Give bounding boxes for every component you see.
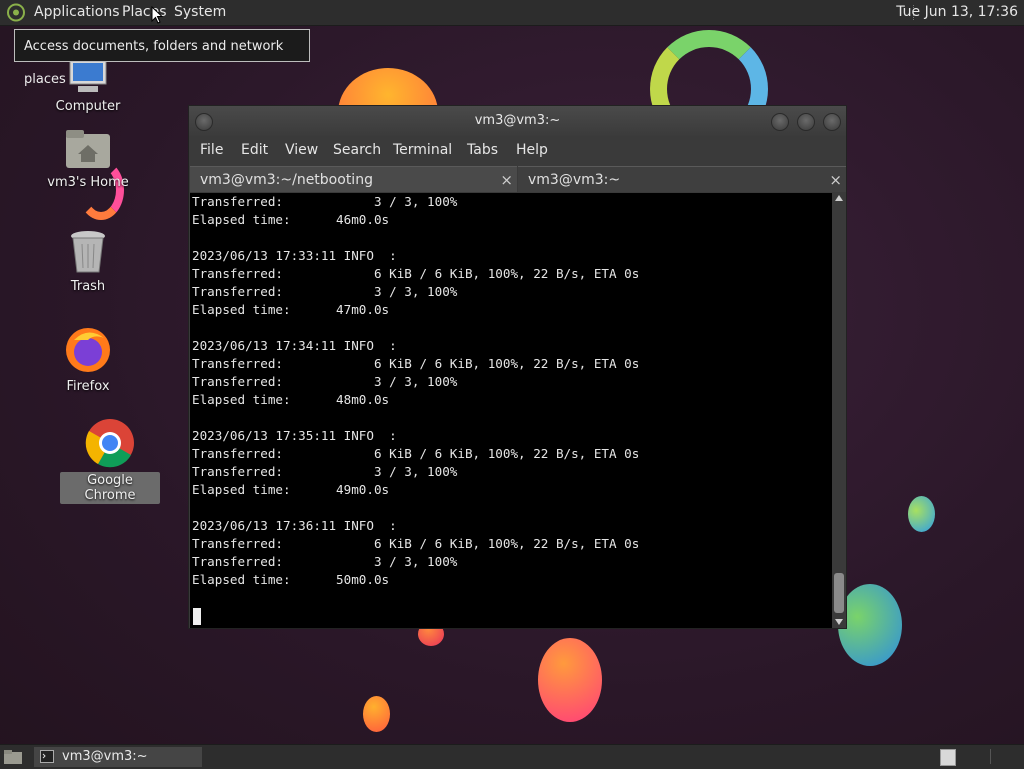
desktop-icon-firefox[interactable]: Firefox xyxy=(38,326,138,395)
menu-applications[interactable]: Applications xyxy=(34,4,120,20)
window-title: vm3@vm3:~ xyxy=(474,113,561,128)
text-cursor xyxy=(193,608,201,625)
firefox-icon xyxy=(66,328,110,372)
maximize-button[interactable] xyxy=(797,113,815,131)
computer-icon xyxy=(69,59,107,92)
chrome-icon xyxy=(85,419,134,468)
desktop-icon-label: Computer xyxy=(55,99,121,114)
terminal-output: Transferred: 3 / 3, 100% Elapsed time: 4… xyxy=(192,194,640,587)
bottom-panel: vm3@vm3:~ xyxy=(0,744,1024,769)
terminal-scrollbar[interactable] xyxy=(833,193,845,628)
distro-logo-icon[interactable] xyxy=(6,3,26,22)
desktop-icon-label: Trash xyxy=(70,279,106,294)
tab-close-icon[interactable]: × xyxy=(500,167,513,193)
desktop-icon-label: Firefox xyxy=(66,379,110,394)
menu-file[interactable]: File xyxy=(200,142,223,158)
desktop-icon-trash[interactable]: Trash xyxy=(38,230,138,295)
menu-system[interactable]: System xyxy=(174,4,226,20)
tab-home[interactable]: vm3@vm3:~ × xyxy=(518,166,846,192)
minimize-button[interactable] xyxy=(771,113,789,131)
terminal-tab-bar: vm3@vm3:~/netbooting × vm3@vm3:~ × xyxy=(189,166,846,192)
taskbar-window-label: vm3@vm3:~ xyxy=(62,749,148,764)
window-menu-button[interactable] xyxy=(195,113,213,131)
panel-clock[interactable]: Tue Jun 13, 17:36 xyxy=(896,4,1018,20)
tab-label: vm3@vm3:~/netbooting xyxy=(200,172,373,188)
menu-help[interactable]: Help xyxy=(516,142,548,158)
mouse-pointer-icon xyxy=(151,6,163,24)
wallpaper-small-orange-blob xyxy=(363,696,390,732)
workspace-switcher-empty[interactable] xyxy=(990,749,1005,764)
workspace-switcher[interactable] xyxy=(940,749,956,766)
tab-netbooting[interactable]: vm3@vm3:~/netbooting × xyxy=(190,166,517,192)
desktop-icon-home[interactable]: vm3's Home xyxy=(38,130,138,191)
desktop-icon-label: Google Chrome xyxy=(60,472,160,504)
terminal-menubar: File Edit View Search Terminal Tabs Help xyxy=(189,136,846,164)
menu-view[interactable]: View xyxy=(285,142,318,158)
show-desktop-icon[interactable] xyxy=(3,749,23,765)
wallpaper-small-blue-blob xyxy=(908,496,935,532)
scrollbar-thumb[interactable] xyxy=(834,573,844,613)
menu-search[interactable]: Search xyxy=(333,142,381,158)
wallpaper-pink-blob xyxy=(538,638,602,722)
trash-icon xyxy=(71,231,105,273)
desktop-icon-label: vm3's Home xyxy=(47,175,129,190)
menu-edit[interactable]: Edit xyxy=(241,142,268,158)
close-button[interactable] xyxy=(823,113,841,131)
scroll-up-arrow-icon[interactable] xyxy=(835,195,843,201)
taskbar-window-button[interactable]: vm3@vm3:~ xyxy=(34,747,202,767)
desktop-icon-chrome[interactable]: Google Chrome xyxy=(60,418,160,504)
home-folder-icon xyxy=(66,130,110,168)
tab-label: vm3@vm3:~ xyxy=(528,172,621,188)
menu-terminal[interactable]: Terminal xyxy=(393,142,452,158)
places-tooltip: Access documents, folders and network pl… xyxy=(14,29,310,87)
tab-close-icon[interactable]: × xyxy=(829,167,842,193)
scroll-down-arrow-icon[interactable] xyxy=(835,619,843,625)
terminal-icon xyxy=(40,750,54,763)
menu-tabs[interactable]: Tabs xyxy=(467,142,498,158)
window-titlebar[interactable]: vm3@vm3:~ xyxy=(189,106,846,136)
terminal-window[interactable]: vm3@vm3:~ File Edit View Search Terminal… xyxy=(188,105,847,629)
wallpaper-blue-blob xyxy=(838,584,902,666)
terminal-screen[interactable]: Transferred: 3 / 3, 100% Elapsed time: 4… xyxy=(190,193,832,628)
